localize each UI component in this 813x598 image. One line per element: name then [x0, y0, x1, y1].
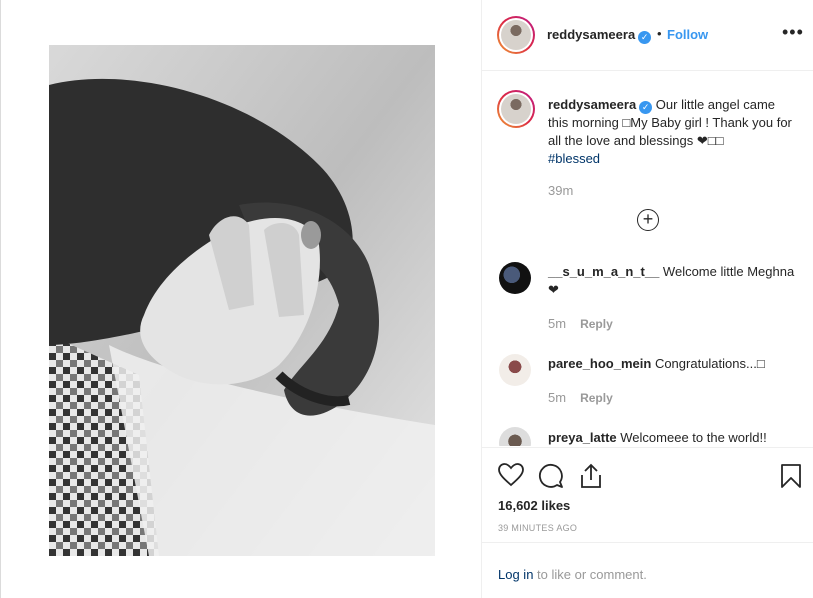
reply-button[interactable]: Reply — [580, 317, 613, 331]
comment-time: 5m — [548, 316, 567, 331]
post-header: reddysameera ✓ • Follow ••• — [482, 0, 813, 71]
comment-icon[interactable] — [538, 463, 564, 492]
share-icon[interactable] — [578, 463, 604, 492]
comment-username[interactable]: preya_latte — [548, 430, 617, 445]
caption-username[interactable]: reddysameera — [548, 97, 636, 112]
comment-avatar[interactable] — [499, 262, 531, 294]
caption-time: 39m — [548, 183, 574, 198]
author-username-text[interactable]: reddysameera — [547, 27, 635, 42]
post-photo-image — [49, 45, 435, 556]
post-actions: 16,602 likes 39 MINUTES AGO — [482, 447, 813, 542]
caption-avatar[interactable] — [497, 90, 535, 128]
comment-avatar[interactable] — [499, 427, 531, 446]
likes-count[interactable]: 16,602 likes — [498, 498, 570, 513]
post-photo[interactable] — [49, 45, 435, 556]
comment-meta: 5m Reply — [548, 390, 613, 405]
login-suffix: to like or comment. — [533, 567, 647, 582]
comment-text: paree_hoo_mein Congratulations...□ — [548, 355, 798, 373]
comment-meta: 5m Reply — [548, 316, 613, 331]
more-options-icon[interactable]: ••• — [782, 22, 804, 43]
header-separator: • — [657, 26, 662, 41]
author-username[interactable]: reddysameera ✓ — [547, 27, 652, 44]
author-avatar[interactable] — [497, 16, 535, 54]
caption-text: reddysameera ✓ Our little angel came this… — [548, 96, 798, 168]
comment-text: __s_u_m_a_n_t__ Welcome little Meghna❤ — [548, 263, 798, 299]
load-more-comments-icon[interactable]: + — [637, 209, 659, 231]
post-timestamp[interactable]: 39 MINUTES AGO — [498, 523, 577, 533]
follow-button[interactable]: Follow — [667, 27, 708, 42]
hashtag-link[interactable]: #blessed — [548, 151, 600, 166]
comment-username[interactable]: paree_hoo_mein — [548, 356, 651, 371]
bookmark-icon[interactable] — [780, 463, 802, 492]
comment-time: 5m — [548, 390, 567, 405]
heart-icon[interactable] — [498, 463, 524, 490]
comment-body: Welcomeee to the world!! — [616, 430, 767, 445]
comment-avatar[interactable] — [499, 354, 531, 386]
login-link[interactable]: Log in — [498, 567, 533, 582]
verified-badge-icon: ✓ — [639, 101, 653, 114]
comments-list[interactable]: reddysameera ✓ Our little angel came this… — [482, 72, 813, 446]
login-prompt: Log in to like or comment. — [498, 567, 647, 582]
comment-body: Congratulations...□ — [651, 356, 765, 371]
post-sidebar: reddysameera ✓ • Follow ••• reddysameera ✓… — [482, 0, 813, 598]
comment-username[interactable]: __s_u_m_a_n_t__ — [548, 264, 659, 279]
login-bar: Log in to like or comment. — [482, 542, 813, 598]
photo-pane — [1, 0, 482, 598]
comment-text: preya_latte Welcomeee to the world!! — [548, 429, 798, 446]
reply-button[interactable]: Reply — [580, 391, 613, 405]
verified-badge-icon: ✓ — [638, 31, 652, 44]
